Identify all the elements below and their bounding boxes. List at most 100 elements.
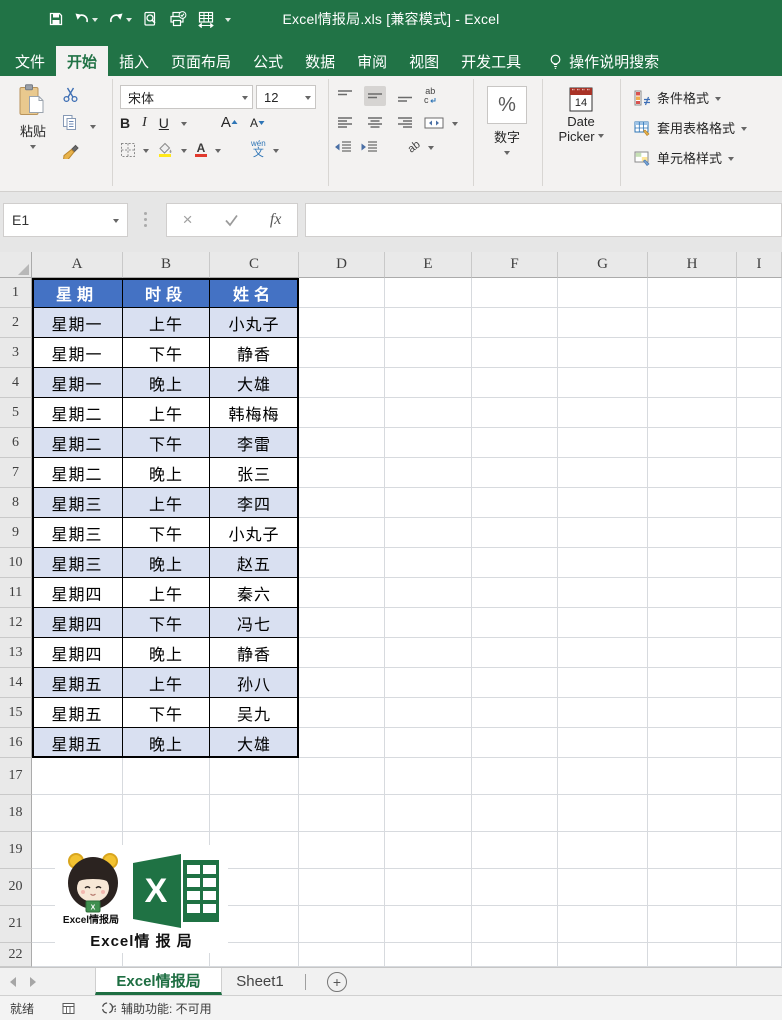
row-header-1[interactable]: 1	[0, 278, 32, 308]
cell-G14[interactable]	[558, 668, 648, 698]
cell-I5[interactable]	[737, 398, 782, 428]
cell-A12[interactable]: 星期四	[32, 608, 123, 638]
cell-F6[interactable]	[472, 428, 558, 458]
cell-F21[interactable]	[472, 906, 558, 943]
row-header-19[interactable]: 19	[0, 832, 32, 869]
cell-G6[interactable]	[558, 428, 648, 458]
select-all-corner[interactable]	[0, 252, 32, 278]
cell-F7[interactable]	[472, 458, 558, 488]
cell-B8[interactable]: 上午	[123, 488, 210, 518]
cell-B9[interactable]: 下午	[123, 518, 210, 548]
cell-I19[interactable]	[737, 832, 782, 869]
tab-formulas[interactable]: 公式	[242, 46, 294, 76]
merge-center-button[interactable]	[424, 116, 444, 130]
cell-H2[interactable]	[648, 308, 737, 338]
cancel-entry-button[interactable]: ×	[183, 210, 193, 230]
cell-H16[interactable]	[648, 728, 737, 758]
cell-E15[interactable]	[385, 698, 472, 728]
cell-B16[interactable]: 晚上	[123, 728, 210, 758]
cell-H21[interactable]	[648, 906, 737, 943]
cell-C16[interactable]: 大雄	[210, 728, 299, 758]
cell-A14[interactable]: 星期五	[32, 668, 123, 698]
cell-B17[interactable]	[123, 758, 210, 795]
row-header-20[interactable]: 20	[0, 869, 32, 906]
cell-E4[interactable]	[385, 368, 472, 398]
cell-F13[interactable]	[472, 638, 558, 668]
new-sheet-button[interactable]: +	[327, 972, 347, 992]
middle-align-button[interactable]	[364, 86, 386, 106]
phonetic-guide-button[interactable]: wén 文	[251, 140, 266, 159]
confirm-entry-button[interactable]	[224, 214, 239, 227]
cell-I1[interactable]	[737, 278, 782, 308]
font-color-dropdown-icon[interactable]	[215, 149, 221, 156]
cell-H9[interactable]	[648, 518, 737, 548]
cell-C11[interactable]: 秦六	[210, 578, 299, 608]
row-header-15[interactable]: 15	[0, 698, 32, 728]
cell-A6[interactable]: 星期二	[32, 428, 123, 458]
cell-D9[interactable]	[299, 518, 385, 548]
cell-D1[interactable]	[299, 278, 385, 308]
cell-E22[interactable]	[385, 943, 472, 967]
cell-D14[interactable]	[299, 668, 385, 698]
cell-F1[interactable]	[472, 278, 558, 308]
cell-G13[interactable]	[558, 638, 648, 668]
cell-G12[interactable]	[558, 608, 648, 638]
cell-E5[interactable]	[385, 398, 472, 428]
cell-A2[interactable]: 星期一	[32, 308, 123, 338]
fill-color-dropdown-icon[interactable]	[181, 149, 187, 156]
increase-font-button[interactable]: A	[221, 114, 238, 131]
cell-I9[interactable]	[737, 518, 782, 548]
cell-I6[interactable]	[737, 428, 782, 458]
cell-A18[interactable]	[32, 795, 123, 832]
cell-E13[interactable]	[385, 638, 472, 668]
cell-C2[interactable]: 小丸子	[210, 308, 299, 338]
cell-B10[interactable]: 晚上	[123, 548, 210, 578]
cell-F22[interactable]	[472, 943, 558, 967]
row-header-5[interactable]: 5	[0, 398, 32, 428]
tab-developer[interactable]: 开发工具	[450, 46, 532, 76]
copy-button[interactable]	[62, 114, 79, 131]
italic-button[interactable]: I	[142, 115, 147, 131]
sheet-tab-sheet1[interactable]: Sheet1	[222, 968, 298, 995]
cell-H7[interactable]	[648, 458, 737, 488]
cell-G20[interactable]	[558, 869, 648, 906]
date-picker-button[interactable]: 14 Date Picker	[552, 85, 610, 144]
cell-I17[interactable]	[737, 758, 782, 795]
cell-G9[interactable]	[558, 518, 648, 548]
cell-C10[interactable]: 赵五	[210, 548, 299, 578]
borders-dropdown-icon[interactable]	[143, 149, 149, 156]
formula-bar-resize-handle[interactable]	[144, 212, 147, 227]
row-header-7[interactable]: 7	[0, 458, 32, 488]
cell-A16[interactable]: 星期五	[32, 728, 123, 758]
number-format-button[interactable]: % 数字	[485, 86, 529, 158]
cell-H15[interactable]	[648, 698, 737, 728]
cell-I2[interactable]	[737, 308, 782, 338]
cell-C4[interactable]: 大雄	[210, 368, 299, 398]
conditional-formatting-button[interactable]: 条件格式	[634, 88, 721, 107]
orientation-button[interactable]: ab	[406, 139, 423, 156]
wrap-text-button[interactable]: ab c	[424, 87, 437, 105]
cell-G21[interactable]	[558, 906, 648, 943]
cell-C5[interactable]: 韩梅梅	[210, 398, 299, 428]
cell-B6[interactable]: 下午	[123, 428, 210, 458]
cell-H12[interactable]	[648, 608, 737, 638]
format-as-table-button[interactable]: 套用表格格式	[634, 118, 747, 137]
cell-B11[interactable]: 上午	[123, 578, 210, 608]
row-header-6[interactable]: 6	[0, 428, 32, 458]
cell-I4[interactable]	[737, 368, 782, 398]
cell-F3[interactable]	[472, 338, 558, 368]
column-header-D[interactable]: D	[299, 252, 385, 278]
paste-button[interactable]: 粘贴	[10, 84, 56, 152]
row-header-3[interactable]: 3	[0, 338, 32, 368]
cell-H20[interactable]	[648, 869, 737, 906]
tab-insert[interactable]: 插入	[108, 46, 160, 76]
cell-C9[interactable]: 小丸子	[210, 518, 299, 548]
row-header-21[interactable]: 21	[0, 906, 32, 943]
column-header-B[interactable]: B	[123, 252, 210, 278]
cell-E19[interactable]	[385, 832, 472, 869]
align-left-button[interactable]	[334, 113, 356, 133]
column-header-I[interactable]: I	[737, 252, 782, 278]
cell-B14[interactable]: 上午	[123, 668, 210, 698]
cell-C15[interactable]: 吴九	[210, 698, 299, 728]
cell-G2[interactable]	[558, 308, 648, 338]
